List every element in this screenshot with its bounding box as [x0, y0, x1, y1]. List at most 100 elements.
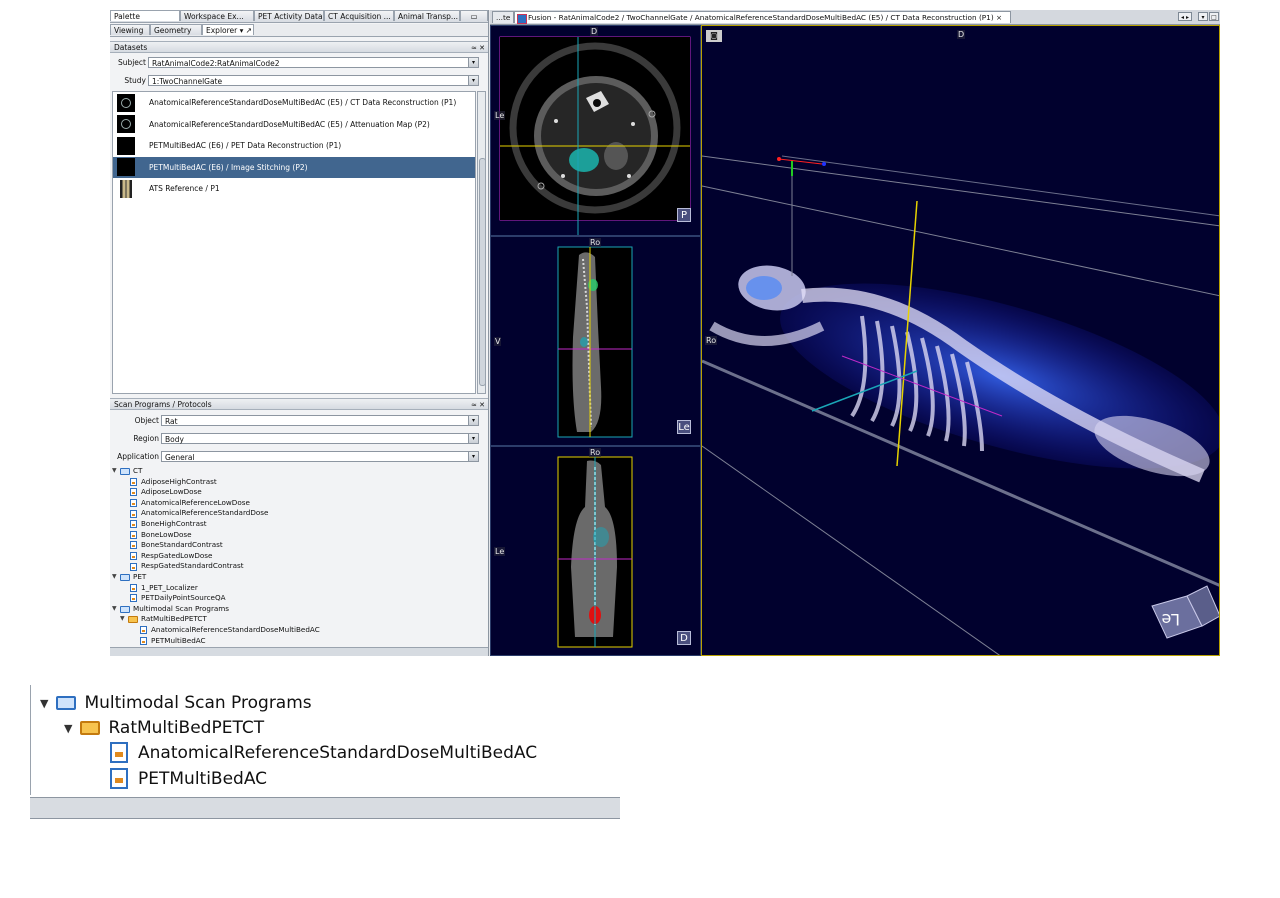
tree-leaf-label: BoneLowDose — [141, 529, 192, 539]
tree-leaf[interactable]: PETMultiBedAC — [112, 636, 476, 647]
orientation-cube-label: Le — [1162, 610, 1180, 629]
region-value: Body — [165, 435, 184, 444]
orientation-cube-icon[interactable]: D — [677, 631, 691, 645]
tree-leaf[interactable]: BoneHighContrast — [112, 519, 476, 530]
protocol-file-icon — [130, 520, 137, 529]
expand-arrow-icon[interactable]: ▼ — [120, 614, 128, 625]
dataset-thumbnail — [117, 158, 135, 177]
sagittal-viewport[interactable]: Ro V Le — [490, 236, 701, 446]
dataset-item[interactable]: ATS Reference / P1 — [113, 178, 475, 200]
protocol-file-icon — [130, 509, 137, 518]
object-select[interactable]: Rat ▾ — [161, 415, 479, 426]
folder-icon — [56, 696, 77, 710]
tree-leaf-label: AdiposeLowDose — [141, 487, 202, 497]
tree-leaf[interactable]: BoneLowDose — [112, 530, 476, 541]
dataset-item[interactable]: AnatomicalReferenceStandardDoseMultiBedA… — [113, 114, 475, 136]
panel-controls-icon[interactable]: ≈ ✕ — [471, 399, 485, 411]
expand-arrow-icon[interactable]: ▼ — [64, 722, 72, 735]
tree-leaf[interactable]: 1_PET_Localizer — [112, 583, 476, 594]
tab-geometry[interactable]: Geometry — [150, 24, 202, 35]
application-select[interactable]: General ▾ — [161, 451, 479, 462]
application-row: Application General ▾ — [110, 451, 488, 464]
tree-leaf[interactable]: AnatomicalReferenceStandardDoseMultiBedA… — [112, 625, 476, 636]
datasets-scrollbar[interactable] — [477, 91, 486, 394]
dataset-item[interactable]: PETMultiBedAC (E6) / PET Data Reconstruc… — [113, 135, 475, 157]
expand-arrow-icon[interactable]: ▼ — [40, 697, 48, 710]
dropdown-icon[interactable]: ▾ — [1198, 12, 1208, 21]
zoom-tree-leaf[interactable]: PETMultiBedAC — [110, 768, 267, 789]
chevron-down-icon[interactable]: ▾ — [468, 434, 478, 443]
subject-select[interactable]: RatAnimalCode2:RatAnimalCode2 ▾ — [148, 57, 479, 68]
dataset-thumbnail — [117, 136, 135, 155]
orientation-cube-icon[interactable]: P — [677, 208, 691, 222]
protocol-file-icon — [130, 477, 137, 486]
tree-leaf[interactable]: AdiposeLowDose — [112, 487, 476, 498]
tab-workspace-explorer[interactable]: Workspace Ex... — [180, 10, 254, 21]
dataset-item-selected[interactable]: PETMultiBedAC (E6) / Image Stitching (P2… — [113, 156, 475, 178]
tab-palette[interactable]: Palette — [110, 10, 180, 21]
scan-programs-header: Scan Programs / Protocols ≈ ✕ — [110, 398, 488, 410]
tree-node-pet[interactable]: ▼ PET — [112, 572, 476, 583]
chevron-down-icon[interactable]: ▾ — [468, 416, 478, 425]
tab-explorer[interactable]: Explorer ▾ ↗ — [202, 24, 254, 35]
tree-leaf[interactable]: AnatomicalReferenceLowDose — [112, 498, 476, 509]
datasets-header: Datasets ≈ ✕ — [110, 41, 488, 53]
orientation-label: Ro — [589, 448, 602, 457]
volume-render-viewport[interactable]: Le ◙ D Ro — [701, 25, 1220, 656]
axial-image — [499, 36, 691, 235]
application-window: Palette Workspace Ex... PET Activity Dat… — [110, 10, 1220, 656]
tab-fusion[interactable]: Fusion - RatAnimalCode2 / TwoChannelGate… — [514, 11, 1011, 24]
scrollbar-thumb[interactable] — [479, 158, 486, 386]
tree-leaf[interactable]: PETDailyPointSourceQA — [112, 593, 476, 604]
tree-leaf[interactable]: AnatomicalReferenceStandardDose — [112, 508, 476, 519]
tree-node-multimodal[interactable]: ▼ Multimodal Scan Programs — [112, 604, 476, 615]
camera-icon[interactable]: ◙ — [706, 30, 722, 42]
axial-viewport[interactable]: D Le P — [490, 25, 701, 236]
expand-arrow-icon[interactable]: ▼ — [112, 466, 120, 477]
protocol-file-icon — [130, 541, 137, 550]
maximize-icon[interactable]: □ — [1209, 12, 1219, 21]
expand-arrow-icon[interactable]: ▼ — [112, 572, 120, 583]
tree-leaf[interactable]: AdiposeHighContrast — [112, 477, 476, 488]
editor-tab-bar: ...te Fusion - RatAnimalCode2 / TwoChann… — [490, 10, 1220, 25]
tree-leaf[interactable]: BoneStandardContrast — [112, 540, 476, 551]
tree-node-ratmultibed[interactable]: ▼ RatMultiBedPETCT — [112, 614, 476, 625]
tree-leaf[interactable]: RespGatedLowDose — [112, 551, 476, 562]
orientation-label: V — [494, 337, 502, 346]
expand-arrow-icon[interactable]: ▼ — [112, 604, 120, 615]
tab-pet-activity-data[interactable]: PET Activity Data — [254, 10, 324, 21]
minimize-icon[interactable]: ▭ — [460, 10, 488, 21]
tree-node-label: CT — [133, 466, 143, 475]
panel-controls-icon[interactable]: ≈ ✕ — [471, 42, 485, 54]
dataset-label: PETMultiBedAC (E6) / PET Data Reconstruc… — [149, 141, 342, 151]
coronal-viewport[interactable]: Ro Le D — [490, 446, 701, 656]
tree-zoom-detail: ▼ Multimodal Scan Programs ▼ RatMultiBedPE… — [30, 685, 620, 821]
protocol-file-icon — [130, 552, 137, 561]
tab-editor-previous[interactable]: ...te — [492, 11, 514, 23]
orientation-label: Le — [494, 111, 506, 120]
tree-leaf-label: AdiposeHighContrast — [141, 476, 217, 486]
region-row: Region Body ▾ — [110, 433, 488, 446]
orientation-cube-icon[interactable]: Le — [677, 420, 691, 434]
tab-animal-transport[interactable]: Animal Transp... — [394, 10, 460, 21]
dataset-thumbnail — [120, 179, 132, 198]
chevron-down-icon[interactable]: ▾ — [468, 58, 478, 67]
tab-ct-acquisition[interactable]: CT Acquisition ... — [324, 10, 394, 21]
orientation-label: D — [957, 30, 966, 39]
zoom-tree-node-ratmultibed[interactable]: ▼ RatMultiBedPETCT — [64, 718, 264, 738]
region-select[interactable]: Body ▾ — [161, 433, 479, 444]
tree-leaf[interactable]: RespGatedStandardContrast — [112, 561, 476, 572]
zoom-tree-node-multimodal[interactable]: ▼ Multimodal Scan Programs — [40, 693, 312, 713]
protocol-file-icon — [130, 583, 137, 592]
tab-viewing[interactable]: Viewing — [110, 24, 150, 35]
study-select[interactable]: 1:TwoChannelGate ▾ — [148, 75, 479, 86]
chevron-down-icon[interactable]: ▾ — [468, 452, 478, 461]
dataset-item[interactable]: AnatomicalReferenceStandardDoseMultiBedA… — [113, 92, 475, 114]
chevron-down-icon[interactable]: ▾ — [468, 76, 478, 85]
sub-tab-bar: Viewing Geometry Explorer ▾ ↗ — [110, 24, 488, 37]
scan-programs-title: Scan Programs / Protocols — [114, 400, 212, 409]
tab-scroll-icon[interactable]: ◂ ▸ — [1178, 12, 1192, 21]
subject-row: Subject RatAnimalCode2:RatAnimalCode2 ▾ — [110, 57, 488, 70]
zoom-tree-leaf[interactable]: AnatomicalReferenceStandardDoseMultiBedA… — [110, 742, 537, 763]
tree-node-ct[interactable]: ▼ CT — [112, 466, 476, 477]
